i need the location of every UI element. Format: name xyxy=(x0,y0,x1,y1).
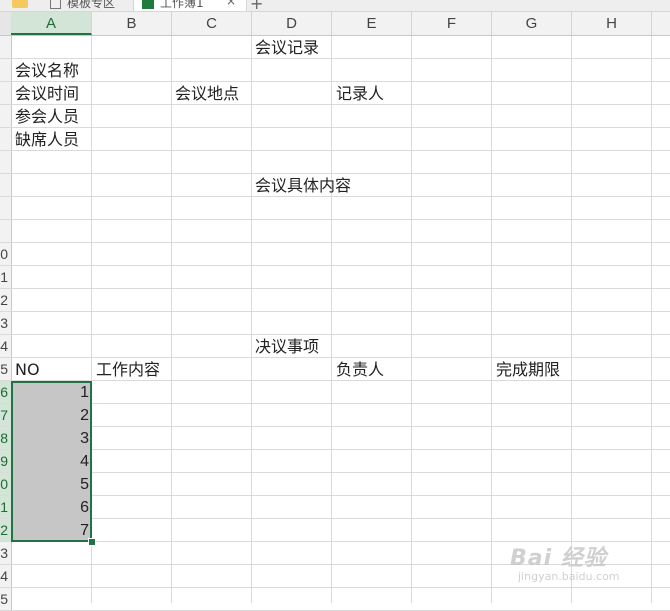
sheet-row: 7 xyxy=(0,404,670,427)
row-header[interactable] xyxy=(0,36,12,58)
column-header-f[interactable]: F xyxy=(412,12,492,35)
sheet-row xyxy=(0,220,670,243)
row-header[interactable]: 2 xyxy=(0,289,12,311)
cell-number[interactable]: 1 xyxy=(12,382,89,404)
column-header-row: A B C D E F G H xyxy=(0,12,670,36)
row-header[interactable] xyxy=(0,197,12,219)
column-header-g[interactable]: G xyxy=(492,12,572,35)
tab-workbook[interactable]: 工作簿1 × xyxy=(133,0,247,11)
close-tab-icon[interactable]: × xyxy=(226,0,236,8)
cell-number[interactable]: 2 xyxy=(12,405,89,427)
new-tab-button[interactable]: + xyxy=(250,0,263,11)
row-header[interactable] xyxy=(0,174,12,196)
fill-handle[interactable] xyxy=(88,538,96,546)
sheet-row: 0 xyxy=(0,243,670,266)
tab-workbook-label: 工作簿1 xyxy=(160,0,204,10)
worksheet-grid[interactable]: 0 1 2 3 4 5 6 7 8 9 0 1 2 3 4 5 xyxy=(0,36,670,611)
cell-resolution-heading[interactable]: 决议事项 xyxy=(255,336,319,358)
sheet-row: 4 xyxy=(0,335,670,358)
sheet-row: 9 xyxy=(0,450,670,473)
tab-strip: 模板专区 工作簿1 × + xyxy=(0,0,670,12)
row-header[interactable]: 3 xyxy=(0,542,12,564)
column-header-h[interactable]: H xyxy=(572,12,652,35)
sheet-row: 1 xyxy=(0,496,670,519)
folder-icon[interactable] xyxy=(12,0,28,8)
cell-absentees[interactable]: 缺席人员 xyxy=(15,129,79,151)
cell-col-deadline[interactable]: 完成期限 xyxy=(496,359,560,381)
column-header-d[interactable]: D xyxy=(252,12,332,35)
sheet-row xyxy=(0,82,670,105)
sheet-row xyxy=(0,197,670,220)
sheet-row xyxy=(0,151,670,174)
row-header[interactable] xyxy=(0,82,12,104)
sheet-row: 8 xyxy=(0,427,670,450)
cell-number[interactable]: 3 xyxy=(12,428,89,450)
sheet-row xyxy=(0,128,670,151)
sheet-row: 3 xyxy=(0,312,670,335)
template-icon xyxy=(50,0,61,9)
cell-meeting-place[interactable]: 会议地点 xyxy=(175,83,239,105)
tab-template-label: 模板专区 xyxy=(67,0,116,10)
column-header-b[interactable]: B xyxy=(92,12,172,35)
cell-col-work[interactable]: 工作内容 xyxy=(96,359,160,381)
sheet-row: 5 xyxy=(0,588,670,611)
sheet-row: 2 xyxy=(0,289,670,312)
cell-attendees[interactable]: 参会人员 xyxy=(15,106,79,128)
cell-number[interactable]: 4 xyxy=(12,451,89,473)
cell-col-no[interactable]: NO xyxy=(15,359,40,381)
row-header[interactable] xyxy=(0,105,12,127)
sheet-row xyxy=(0,59,670,82)
row-header[interactable]: 5 xyxy=(0,588,12,610)
row-header[interactable]: 5 xyxy=(0,358,12,380)
tab-template-zone[interactable]: 模板专区 xyxy=(50,0,115,11)
sheet-row xyxy=(0,105,670,128)
cell-number[interactable]: 5 xyxy=(12,474,89,496)
column-header-c[interactable]: C xyxy=(172,12,252,35)
cell-col-owner[interactable]: 负责人 xyxy=(336,359,384,381)
column-header-a[interactable]: A xyxy=(11,12,92,35)
cell-meeting-time[interactable]: 会议时间 xyxy=(15,83,79,105)
sheet-row: 0 xyxy=(0,473,670,496)
watermark-main: Bai 经验 xyxy=(510,546,607,571)
sheet-row xyxy=(0,36,670,59)
row-header[interactable]: 1 xyxy=(0,266,12,288)
row-header[interactable]: 4 xyxy=(0,565,12,587)
column-header-e[interactable]: E xyxy=(332,12,412,35)
spreadsheet-icon xyxy=(142,0,154,9)
row-header[interactable] xyxy=(0,220,12,242)
row-header[interactable] xyxy=(0,128,12,150)
row-header[interactable]: 0 xyxy=(0,243,12,265)
baidu-watermark: Bai 经验 jingyan.baidu.com xyxy=(510,540,660,590)
watermark-sub: jingyan.baidu.com xyxy=(518,570,620,583)
sheet-row: 1 xyxy=(0,266,670,289)
row-header[interactable]: 4 xyxy=(0,335,12,357)
cell-content-heading[interactable]: 会议具体内容 xyxy=(255,175,351,197)
row-header[interactable] xyxy=(0,151,12,173)
row-header[interactable]: 3 xyxy=(0,312,12,334)
row-header[interactable] xyxy=(0,59,12,81)
sheet-row: 6 xyxy=(0,381,670,404)
sheet-row: 2 xyxy=(0,519,670,542)
cell-number[interactable]: 7 xyxy=(12,520,89,542)
cell-number[interactable]: 6 xyxy=(12,497,89,519)
cell-title[interactable]: 会议记录 xyxy=(255,37,319,59)
cell-meeting-name[interactable]: 会议名称 xyxy=(15,60,79,82)
cell-recorder[interactable]: 记录人 xyxy=(336,83,384,105)
